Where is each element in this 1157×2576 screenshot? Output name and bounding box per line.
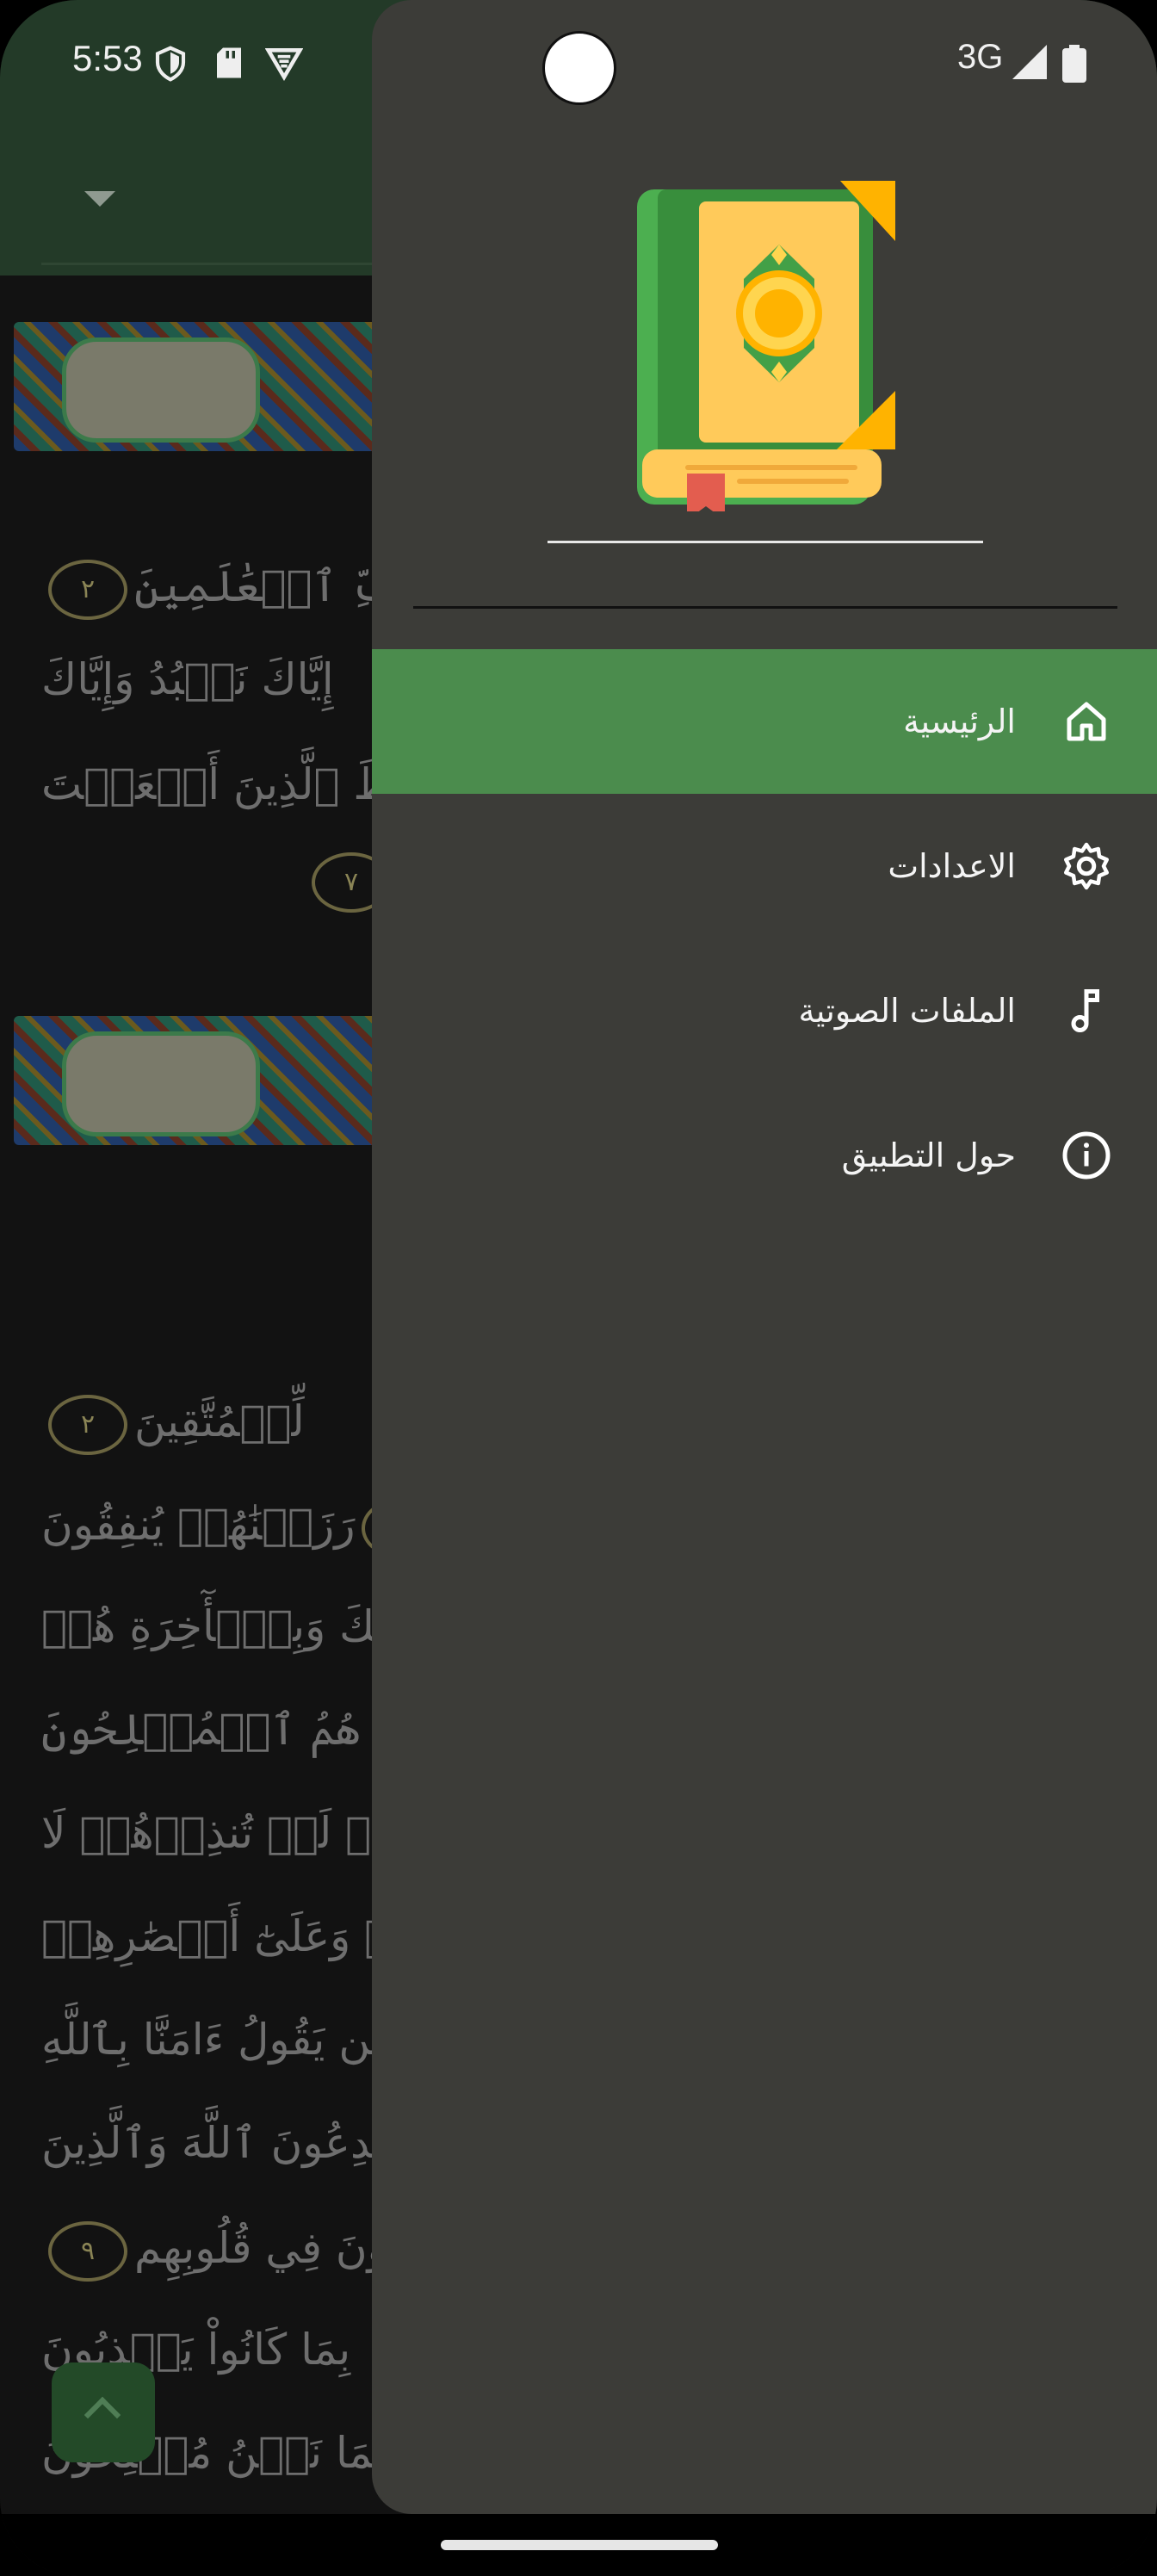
drawer-menu: الرئيسية الاعدادات الملفات الصوتية حول ا… [372, 649, 1157, 1228]
drawer-item-settings[interactable]: الاعدادات [372, 794, 1157, 938]
info-icon [1061, 1130, 1112, 1181]
home-icon [1061, 696, 1112, 747]
screen: رَبِّ ٱلۡعَٰلَمِينَ٢ إِيَّاكَ نَعۡبُدُ و… [0, 0, 1157, 2576]
ayah-number-mark: ٢ [48, 1395, 127, 1455]
drawer-item-label: حول التطبيق [841, 1136, 1016, 1174]
chevron-up-icon [84, 2396, 121, 2434]
scroll-to-top-button[interactable] [52, 2362, 155, 2462]
dropdown-arrow-icon[interactable] [84, 191, 115, 207]
drawer-item-about[interactable]: حول التطبيق [372, 1083, 1157, 1228]
gear-icon [1061, 840, 1112, 892]
verse-line: لِّلۡمُتَّقِينَ٢ [41, 1395, 305, 1455]
ayah-number-mark: ٢ [48, 560, 127, 620]
music-note-icon [1061, 985, 1112, 1037]
drawer-item-label: الرئيسية [903, 703, 1016, 740]
verse-line: رَبِّ ٱلۡعَٰلَمِينَ٢ [41, 560, 427, 620]
verse-line: يُخَٰدِعُونَ ٱللَّهَ وَٱلَّذِينَ [41, 2118, 413, 2168]
verse-line: مَن يَقُولُ ءَامَنَّا بِٱللَّهِ [41, 2015, 395, 2065]
drawer-item-label: الملفات الصوتية [798, 992, 1016, 1030]
ayah-number-mark: ٩ [48, 2221, 127, 2282]
header-divider [413, 606, 1117, 609]
verse-line: إِيَّاكَ نَعۡبُدُ وَإِيَّاكَ [41, 654, 334, 704]
quran-book-logo [637, 181, 895, 511]
drawer-item-label: الاعدادات [888, 847, 1016, 885]
navigation-drawer: الرئيسية الاعدادات الملفات الصوتية حول ا… [372, 0, 1157, 2514]
drawer-item-home[interactable]: الرئيسية [372, 649, 1157, 794]
header-underline [548, 541, 983, 543]
drawer-item-audio-files[interactable]: الملفات الصوتية [372, 938, 1157, 1083]
gesture-home-pill[interactable] [441, 2540, 718, 2550]
